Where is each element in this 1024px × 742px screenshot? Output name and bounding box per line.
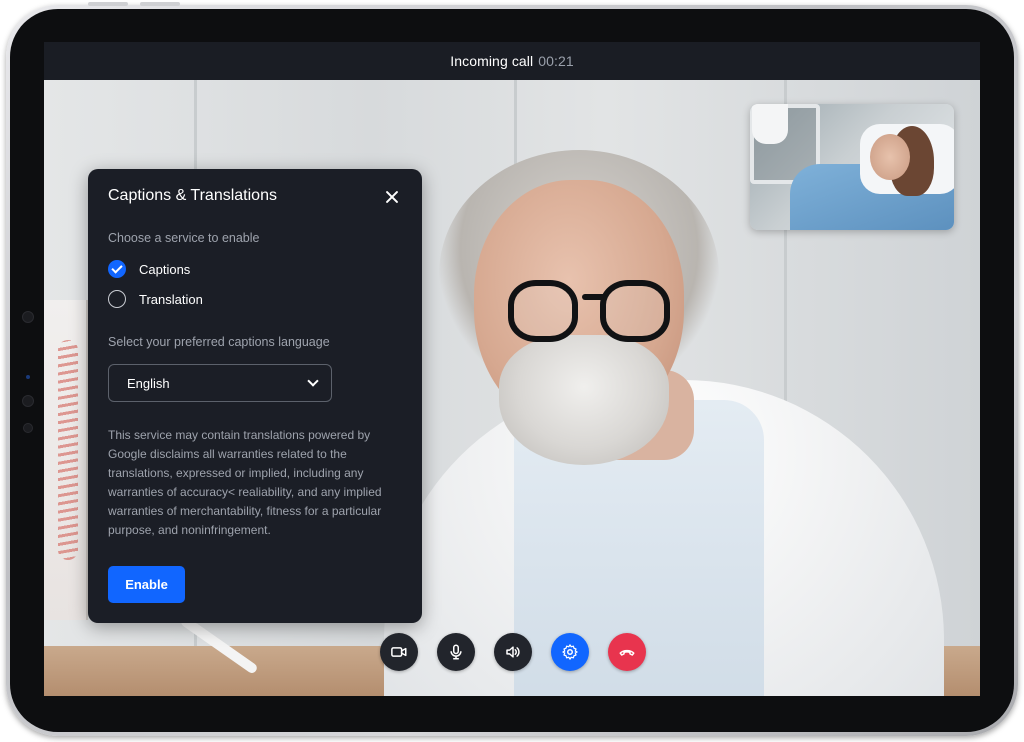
language-select[interactable]: English: [108, 364, 332, 402]
settings-button[interactable]: [551, 633, 589, 671]
option-translation[interactable]: Translation: [108, 290, 203, 308]
microphone-button[interactable]: [437, 633, 475, 671]
glasses-bridge: [582, 294, 606, 300]
camera-button[interactable]: [380, 633, 418, 671]
call-status-bar: Incoming call 00:21: [44, 42, 980, 80]
option-label: Captions: [139, 261, 191, 277]
panel-title: Captions & Translations: [108, 187, 277, 204]
hardware-button: [88, 2, 128, 6]
speaker-button[interactable]: [494, 633, 532, 671]
camera-lens: [22, 311, 34, 323]
language-value: English: [127, 375, 170, 391]
call-controls: [380, 633, 646, 671]
doctor-beard: [499, 335, 669, 465]
camera-lens: [23, 423, 33, 433]
close-icon[interactable]: [383, 188, 401, 206]
nurse-arm: [752, 104, 788, 144]
end-call-button[interactable]: [608, 633, 646, 671]
radio-checked-icon[interactable]: [108, 260, 126, 278]
call-timer: 00:21: [538, 53, 574, 69]
camera-lens: [22, 395, 34, 407]
patient-face: [870, 134, 910, 180]
language-label: Select your preferred captions language: [108, 335, 330, 349]
option-captions[interactable]: Captions: [108, 260, 190, 278]
chevron-down-icon: [307, 375, 319, 387]
anatomy-poster: [44, 300, 88, 620]
choose-service-label: Choose a service to enable: [108, 231, 260, 245]
glasses-lens: [508, 280, 578, 342]
end-call-icon: [619, 649, 635, 656]
disclaimer-text: This service may contain translations po…: [108, 428, 382, 537]
option-label: Translation: [139, 291, 203, 307]
enable-button[interactable]: Enable: [108, 566, 185, 603]
self-view-video[interactable]: [750, 104, 954, 230]
camera-icon: [391, 647, 407, 657]
radio-unchecked-icon[interactable]: [108, 290, 126, 308]
microphone-icon: [450, 644, 462, 660]
settings-icon: [562, 644, 578, 660]
glasses-lens: [600, 280, 670, 342]
hardware-button: [140, 2, 180, 6]
call-status-label: Incoming call: [450, 53, 534, 69]
video-call-screen: Incoming call 00:21 Captions & Translati…: [44, 42, 980, 696]
speaker-icon: [506, 646, 520, 658]
sensor-dot: [26, 375, 30, 379]
captions-panel: Captions & Translations Choose a service…: [88, 169, 422, 623]
